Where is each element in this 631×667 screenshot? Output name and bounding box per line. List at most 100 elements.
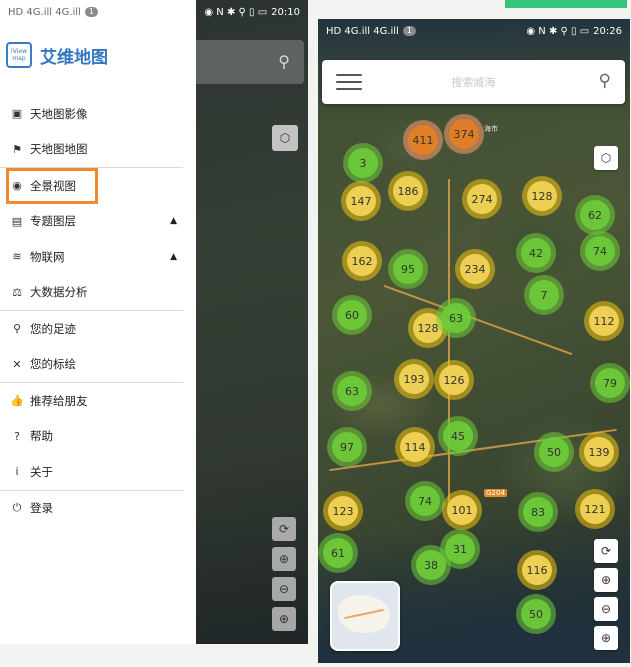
cluster-marker[interactable]: 411 [403,120,443,160]
menu-item[interactable]: ⚲ 您的足迹 [0,311,183,347]
menu-item[interactable]: ▤ 专题图层 ▲ [0,204,183,240]
cluster-count: 83 [523,497,553,527]
menu-item[interactable]: ⚑ 天地图地图 [0,132,183,168]
cluster-marker[interactable]: 126 [434,360,474,400]
menu-item-label: 登录 [30,501,53,516]
cluster-marker[interactable]: 162 [342,241,382,281]
search-input[interactable]: 搜索威海 [322,74,625,90]
cluster-marker[interactable]: 116 [517,550,557,590]
menu-item-label: 天地图地图 [30,142,88,157]
cluster-count: 162 [347,246,377,276]
menu-item[interactable]: i 关于 [0,454,183,490]
cluster-marker[interactable]: 50 [534,432,574,472]
cluster-marker[interactable]: 101 [442,490,482,530]
cluster-marker[interactable]: 83 [518,492,558,532]
cluster-marker[interactable]: 186 [388,171,428,211]
rotate-icon[interactable]: ⟳ [272,517,296,541]
cluster-marker[interactable]: 74 [405,481,445,521]
search-bar[interactable]: ⚲ [196,40,304,84]
map-controls: ⟳ ⊕ ⊖ ⊕ [272,517,296,631]
cluster-count: 101 [447,495,477,525]
zoom-in-icon[interactable]: ⊕ [272,607,296,631]
cluster-marker[interactable]: 61 [318,533,358,573]
menu-item[interactable]: ⏻ 登录 [0,491,183,527]
expand-caret-icon[interactable]: ▲ [170,216,177,226]
zoom-in-icon[interactable]: ⊕ [594,626,618,650]
3d-cube-icon[interactable]: ⬡ [594,146,618,170]
3d-cube-icon[interactable]: ⬡ [272,125,298,151]
cluster-count: 79 [595,368,625,398]
cluster-count: 95 [393,254,423,284]
cluster-marker[interactable]: 139 [579,432,619,472]
search-icon[interactable]: ⚲ [599,71,611,91]
cluster-marker[interactable]: 63 [332,371,372,411]
cluster-marker[interactable]: 3 [343,143,383,183]
cluster-marker[interactable]: 79 [590,363,630,403]
layers-icon: ▤ [11,214,23,228]
menu-item[interactable]: ≋ 物联网 ▲ [0,239,183,275]
status-time: 20:26 [593,25,622,37]
cluster-marker[interactable]: 62 [575,195,615,235]
menu-item[interactable]: ▣ 天地图影像 [0,96,183,132]
help-icon: ? [14,429,20,443]
thumbs-up-icon: 👍 [10,394,24,408]
cluster-marker[interactable]: 7 [524,275,564,315]
cluster-marker[interactable]: 193 [394,359,434,399]
minimap[interactable] [330,581,400,651]
cluster-marker[interactable]: 123 [323,491,363,531]
cluster-marker[interactable]: 74 [580,231,620,271]
cluster-marker[interactable]: 60 [332,295,372,335]
menu-item-label: 您的足迹 [30,321,76,336]
locate-icon[interactable]: ⊕ [594,568,618,592]
cluster-count: 3 [348,148,378,178]
cluster-marker[interactable]: 63 [436,298,476,338]
cluster-count: 60 [337,300,367,330]
cluster-marker[interactable]: 97 [327,427,367,467]
analysis-icon: ⚖ [12,285,22,299]
menu-item[interactable]: ✕ 您的标绘 [0,347,183,383]
cluster-marker[interactable]: 50 [516,594,556,634]
status-bar: HD 4G.ill 4G.ill 1 ◉ N ✱ ⚲ ▯ ▭ 20:26 [318,19,630,43]
cluster-marker[interactable]: 45 [438,416,478,456]
locate-icon[interactable]: ⊕ [272,547,296,571]
cluster-marker[interactable]: 31 [440,529,480,569]
notification-badge: 1 [84,7,98,17]
cluster-marker[interactable]: 147 [341,181,381,221]
zoom-out-icon[interactable]: ⊖ [272,577,296,601]
rotate-icon[interactable]: ⟳ [594,539,618,563]
cluster-marker[interactable]: 274 [462,179,502,219]
cluster-marker[interactable]: 128 [522,176,562,216]
cluster-marker[interactable]: 234 [455,249,495,289]
cluster-count: 112 [589,306,619,336]
search-bar[interactable]: 搜索威海 ⚲ [322,60,625,104]
drawer-header: iView map 艾维地图 [6,42,108,68]
search-icon[interactable]: ⚲ [278,52,290,71]
expand-caret-icon[interactable]: ▲ [170,252,177,262]
cluster-count: 50 [521,599,551,629]
menu-item[interactable]: ⚖ 大数据分析 [0,275,183,311]
status-bar-right-part: ◉ N ✱ ⚲ ▯ ▭ 20:10 [196,0,308,24]
cluster-count: 42 [521,238,551,268]
cluster-count: 63 [441,303,471,333]
login-icon: ⏻ [12,501,22,515]
menu-item[interactable]: 👍 推荐给朋友 [0,383,183,419]
status-icons: ◉ N ✱ ⚲ ▯ ▭ [526,25,590,37]
zoom-out-icon[interactable]: ⊖ [594,597,618,621]
carrier-text: HD 4G.ill 4G.ill [8,6,81,18]
cluster-marker[interactable]: 121 [575,489,615,529]
cluster-marker[interactable]: 374 [444,114,484,154]
app-logo: iView map [6,42,32,68]
menu-item[interactable]: ? 帮助 [0,419,183,455]
cluster-count: 126 [439,365,469,395]
cluster-marker[interactable]: 112 [584,301,624,341]
menu-item[interactable]: ◉ 全景视图 [6,168,98,204]
status-time: 20:10 [271,6,300,18]
cluster-count: 97 [332,432,362,462]
cluster-count: 31 [445,534,475,564]
cluster-marker[interactable]: 42 [516,233,556,273]
cluster-marker[interactable]: 95 [388,249,428,289]
cluster-count: 139 [584,437,614,467]
tag-icon: ✕ [12,357,22,371]
cluster-marker[interactable]: 114 [395,427,435,467]
cluster-count: 50 [539,437,569,467]
